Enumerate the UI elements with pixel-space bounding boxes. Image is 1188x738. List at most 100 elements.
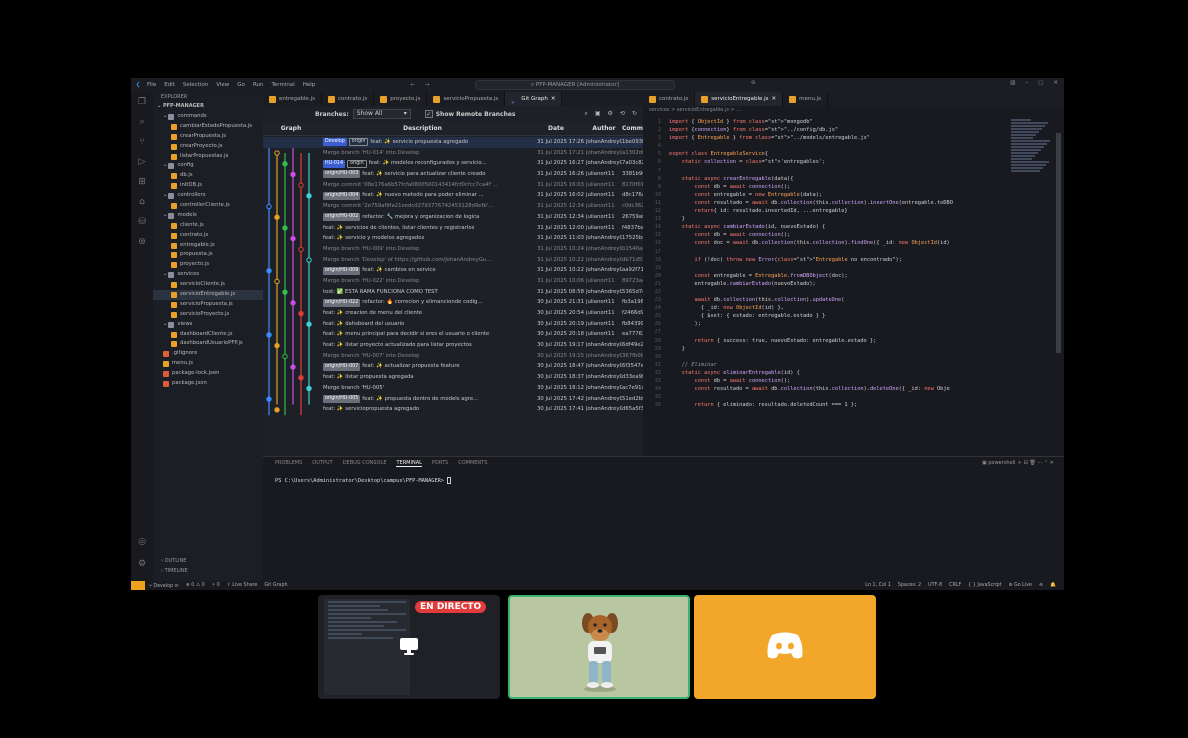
tree-item[interactable]: dashboardCliente.js — [153, 330, 263, 340]
minimize-icon[interactable]: – — [1025, 80, 1028, 86]
branch-status[interactable]: ⑂ Develop ⟳ — [149, 583, 179, 589]
branch-tag[interactable]: origin/HU-007 — [323, 362, 361, 371]
commit-row[interactable]: feat: ✨ creacion de menu del cliente 30 J… — [263, 308, 643, 319]
tree-item[interactable]: ⌄ controllers — [153, 191, 263, 201]
maximize-panel-icon[interactable]: ⌃ — [1044, 460, 1048, 466]
tree-item[interactable]: ⌄ views — [153, 320, 263, 330]
tree-item[interactable]: package.json — [153, 379, 263, 389]
editor-tab[interactable]: contrato.js — [643, 92, 696, 106]
account-icon[interactable]: ◎ — [131, 532, 153, 552]
cursor-position[interactable]: Ln 1, Col 1 — [865, 583, 891, 588]
explorer-icon[interactable]: ❐ — [131, 92, 153, 112]
menu-go[interactable]: Go — [237, 82, 245, 88]
commit-row[interactable]: feat: ✨ servicios de clientes, listar cl… — [263, 223, 643, 234]
tree-item[interactable]: dashboardUsuarioPFP.js — [153, 339, 263, 349]
panel-tab-ports[interactable]: PORTS — [432, 460, 448, 466]
branches-select[interactable]: Show All ▾ — [352, 109, 411, 119]
editor-tab[interactable]: proyecto.js — [374, 92, 428, 106]
tree-item[interactable]: ⌄ commands — [153, 112, 263, 122]
run-debug-icon[interactable]: ▷ — [131, 152, 153, 172]
tree-item[interactable]: cambiarEstadoPropuesta.js — [153, 122, 263, 132]
search-icon[interactable]: ⌕ — [131, 112, 153, 132]
command-center[interactable]: ⌕ PFP-MANAGER [Administrator] — [475, 80, 675, 90]
maximize-icon[interactable]: ▢ — [1038, 80, 1043, 86]
back-icon[interactable]: ← — [410, 82, 415, 88]
tree-item[interactable]: contrato.js — [153, 231, 263, 241]
tree-item[interactable]: ⌄ config — [153, 161, 263, 171]
line-ending[interactable]: CRLF — [949, 583, 961, 588]
commit-row[interactable]: HU-014 origin feat: ✨ modelos reconfigurad… — [263, 158, 643, 169]
tree-item[interactable]: entregable.js — [153, 241, 263, 251]
editor-tab[interactable]: entregable.js — [263, 92, 322, 106]
commit-row[interactable]: origin/HU-009 feat: ✨ cambios en service 3… — [263, 265, 643, 276]
forward-icon[interactable]: → — [425, 82, 430, 88]
close-icon[interactable]: ✕ — [551, 92, 556, 106]
branch-tag[interactable]: origin/HU-002 — [323, 213, 361, 222]
gitgraph-status[interactable]: Git Graph — [264, 583, 287, 589]
source-control-icon[interactable]: ⑂ — [131, 132, 153, 152]
close-panel-icon[interactable]: ✕ — [1050, 460, 1054, 466]
golive-status[interactable]: ⊚ Go Live — [1008, 583, 1032, 588]
encoding[interactable]: UTF-8 — [928, 583, 942, 588]
show-remote-checkbox[interactable]: ✓ Show Remote Branches — [424, 110, 516, 118]
settings-icon[interactable]: ⚙ — [608, 110, 613, 118]
tree-item[interactable]: cliente.js — [153, 221, 263, 231]
commit-row[interactable]: Merge commit '2e759af9fa21eedcd279377674… — [263, 201, 643, 212]
tree-item[interactable]: proyecto.js — [153, 260, 263, 270]
tree-item[interactable]: controllerCliente.js — [153, 201, 263, 211]
tree-item[interactable]: listarPropuestas.js — [153, 152, 263, 162]
problems-status[interactable]: ⊗ 0 ⚠ 0 — [186, 583, 205, 589]
tree-item[interactable]: package-lock.json — [153, 369, 263, 379]
menu-run[interactable]: Run — [253, 82, 264, 88]
editor-scrollbar[interactable] — [1056, 133, 1061, 353]
commit-row[interactable]: Merge commit '08e176a6b57fcfa08005001434… — [263, 180, 643, 191]
language-mode[interactable]: { } JavaScript — [968, 583, 1001, 588]
terminal-icon[interactable]: ▣ — [595, 110, 601, 118]
gear-icon[interactable]: ⚙ — [131, 554, 153, 574]
branch-tag[interactable]: origin/HU-004 — [323, 191, 361, 200]
branch-tag[interactable]: origin/HU-003 — [323, 170, 361, 179]
branch-tag[interactable]: Develop — [323, 138, 347, 147]
commit-row[interactable]: Merge branch 'HU-005' 30 Jul 2025 18:12 Jo… — [263, 383, 643, 394]
branch-tag[interactable]: origin/HU-009 — [323, 266, 361, 275]
screen-share-tile[interactable]: EN DIRECTO — [318, 595, 500, 699]
find-icon[interactable]: ⌕ — [585, 110, 588, 118]
panel-tab-debug-console[interactable]: DEBUG CONSOLE — [343, 460, 387, 466]
tree-item[interactable]: servicioPropuesta.js — [153, 300, 263, 310]
tree-item[interactable]: menu.js — [153, 359, 263, 369]
tree-item[interactable]: crearProyecto.js — [153, 142, 263, 152]
copilot-icon[interactable]: ⊛ — [751, 80, 756, 86]
tree-item[interactable]: ⌄ models — [153, 211, 263, 221]
menu-view[interactable]: View — [216, 82, 229, 88]
commit-row[interactable]: Develop origin feat: ✨ servicio propuesta … — [263, 137, 643, 148]
menu-selection[interactable]: Selection — [183, 82, 208, 88]
extensions-icon[interactable]: ⊞ — [131, 172, 153, 192]
copilot-status-icon[interactable]: ⊛ — [1039, 583, 1043, 588]
menu-file[interactable]: File — [147, 82, 156, 88]
branch-tag[interactable]: origin/HU-022 — [323, 298, 361, 307]
docker-icon[interactable]: ⊜ — [131, 232, 153, 252]
commit-row[interactable]: origin/HU-003 feat: ✨ servicio para actua… — [263, 169, 643, 180]
editor-tab[interactable]: menu.js — [783, 92, 828, 106]
more-icon[interactable]: ⋯ — [1037, 460, 1042, 466]
close-icon[interactable]: ✕ — [772, 92, 777, 106]
split-icon[interactable]: ⊟ — [1024, 460, 1028, 466]
timeline-section[interactable]: › TIMELINE — [161, 568, 188, 574]
add-terminal-icon[interactable]: ＋ — [1017, 460, 1022, 466]
discord-user-tile[interactable] — [694, 595, 876, 699]
outline-section[interactable]: › OUTLINE — [161, 558, 186, 564]
ports-status[interactable]: ⚡ 0 — [212, 583, 220, 589]
branch-tag[interactable]: origin — [348, 138, 369, 147]
editor-tab[interactable]: servicioPropuesta.js — [427, 92, 506, 106]
commit-row[interactable]: Merge branch 'HU-022' into Develop 31 Jul… — [263, 276, 643, 287]
tree-item[interactable]: servicioEntregable.js — [153, 290, 263, 300]
terminal-prompt[interactable]: PS C:\Users\Administrator\Desktop\campus… — [275, 477, 452, 484]
commit-row[interactable]: Merge branch 'HU-007' into Develop 30 Jul… — [263, 351, 643, 362]
layout-icon[interactable]: ▥ — [1010, 80, 1015, 86]
trash-icon[interactable]: 🗑 — [1029, 460, 1035, 466]
panel-tab-problems[interactable]: PROBLEMS — [275, 460, 302, 466]
tree-item[interactable]: crearPropuesta.js — [153, 132, 263, 142]
commit-row[interactable]: origin/HU-004 feat: ✨ nuevo metodo para p… — [263, 190, 643, 201]
commit-row[interactable]: feat: ✨ serviciopropuesta agregado 30 Jul… — [263, 404, 643, 415]
close-icon[interactable]: ✕ — [1053, 80, 1058, 86]
